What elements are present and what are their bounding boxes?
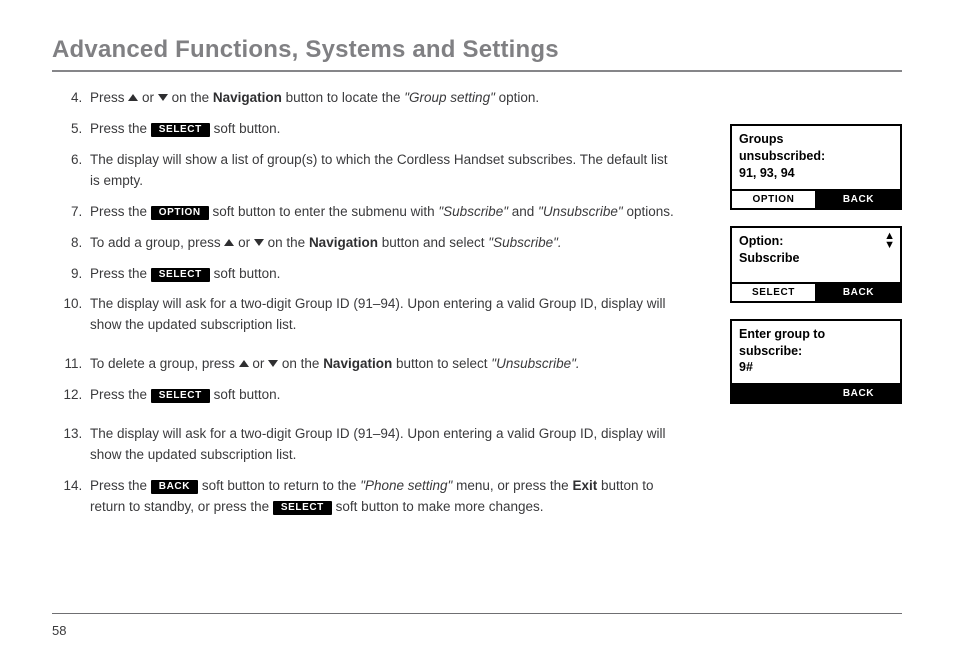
softkey-right: BACK — [817, 385, 900, 402]
text: soft button. — [214, 266, 281, 281]
text: Press the — [90, 478, 151, 493]
lcd-line: Groups — [739, 131, 893, 148]
lcd-screen-groups: Groups unsubscribed: 91, 93, 94 OPTION B… — [730, 124, 902, 210]
lcd-line: 9# — [739, 359, 893, 376]
text: on the — [282, 356, 323, 371]
softkey-left: SELECT — [732, 284, 815, 301]
text: Press the — [90, 121, 151, 136]
lcd-line: subscribe: — [739, 343, 893, 360]
select-pill: SELECT — [273, 501, 332, 515]
unsubscribe-term: "Unsubscribe" — [538, 204, 623, 219]
page-title: Advanced Functions, Systems and Settings — [52, 36, 902, 72]
text: and — [512, 204, 538, 219]
step-11: To delete a group, press or on the Navig… — [86, 354, 676, 375]
text: or — [238, 235, 254, 250]
select-pill: SELECT — [151, 389, 210, 403]
group-setting-term: "Group setting" — [404, 90, 495, 105]
footer-rule — [52, 613, 902, 614]
lcd-body: ▲▼ Option: Subscribe — [732, 228, 900, 282]
text: option. — [499, 90, 540, 105]
navigation-label: Navigation — [309, 235, 378, 250]
down-icon — [268, 360, 278, 367]
navigation-label: Navigation — [323, 356, 392, 371]
down-icon — [158, 94, 168, 101]
text: or — [252, 356, 268, 371]
unsubscribe-term: "Unsubscribe". — [491, 356, 579, 371]
softkey-right: BACK — [817, 191, 900, 208]
softkey-left: OPTION — [732, 191, 815, 208]
down-icon — [254, 239, 264, 246]
manual-page: Advanced Functions, Systems and Settings… — [0, 0, 954, 656]
lcd-screen-option: ▲▼ Option: Subscribe SELECT BACK — [730, 226, 902, 303]
text: button to select — [396, 356, 491, 371]
step-6: The display will show a list of group(s)… — [86, 150, 676, 192]
content-area: Press or on the Navigation button to loc… — [52, 82, 902, 528]
text: button to locate the — [286, 90, 405, 105]
lcd-previews: Groups unsubscribed: 91, 93, 94 OPTION B… — [730, 124, 902, 404]
step-12: Press the SELECT soft button. — [86, 385, 676, 406]
text: menu, or press the — [456, 478, 572, 493]
text: soft button to make more changes. — [336, 499, 544, 514]
text: Press — [90, 90, 128, 105]
select-pill: SELECT — [151, 268, 210, 282]
text: Press the — [90, 204, 151, 219]
lcd-body: Groups unsubscribed: 91, 93, 94 — [732, 126, 900, 189]
step-9: Press the SELECT soft button. — [86, 264, 676, 285]
up-icon — [239, 360, 249, 367]
step-4: Press or on the Navigation button to loc… — [86, 88, 676, 109]
lcd-line: Subscribe — [739, 250, 893, 267]
step-5: Press the SELECT soft button. — [86, 119, 676, 140]
text: soft button to enter the submenu with — [212, 204, 438, 219]
softkey-right: BACK — [817, 284, 900, 301]
back-pill: BACK — [151, 480, 198, 494]
subscribe-term: "Subscribe" — [438, 204, 508, 219]
lcd-softkeys: BACK — [732, 383, 900, 402]
text: on the — [172, 90, 213, 105]
text: soft button. — [214, 387, 281, 402]
text: Press the — [90, 266, 151, 281]
text: options. — [626, 204, 673, 219]
step-list: Press or on the Navigation button to loc… — [52, 88, 676, 528]
subscribe-term: "Subscribe". — [488, 235, 561, 250]
page-number: 58 — [52, 623, 66, 638]
text: To add a group, press — [90, 235, 224, 250]
text: soft button to return to the — [202, 478, 360, 493]
step-8: To add a group, press or on the Navigati… — [86, 233, 676, 254]
text: or — [142, 90, 158, 105]
lcd-line: Option: — [739, 233, 893, 250]
phone-setting-term: "Phone setting" — [360, 478, 452, 493]
step-14: Press the BACK soft button to return to … — [86, 476, 676, 518]
step-13: The display will ask for a two-digit Gro… — [86, 424, 676, 466]
lcd-screen-enter-group: Enter group to subscribe: 9# BACK — [730, 319, 902, 405]
lcd-softkeys: SELECT BACK — [732, 282, 900, 301]
text: on the — [268, 235, 309, 250]
lcd-line: Enter group to — [739, 326, 893, 343]
text: button and select — [382, 235, 489, 250]
navigation-label: Navigation — [213, 90, 282, 105]
lcd-body: Enter group to subscribe: 9# — [732, 321, 900, 384]
lcd-line: unsubscribed: — [739, 148, 893, 165]
select-pill: SELECT — [151, 123, 210, 137]
text: Press the — [90, 387, 151, 402]
exit-label: Exit — [572, 478, 597, 493]
text: To delete a group, press — [90, 356, 239, 371]
option-pill: OPTION — [151, 206, 209, 220]
up-icon — [128, 94, 138, 101]
lcd-line: 91, 93, 94 — [739, 165, 893, 182]
step-10: The display will ask for a two-digit Gro… — [86, 294, 676, 336]
up-icon — [224, 239, 234, 246]
lcd-softkeys: OPTION BACK — [732, 189, 900, 208]
softkey-left — [732, 385, 815, 402]
step-7: Press the OPTION soft button to enter th… — [86, 202, 676, 223]
updown-icon: ▲▼ — [884, 232, 895, 250]
text: soft button. — [214, 121, 281, 136]
